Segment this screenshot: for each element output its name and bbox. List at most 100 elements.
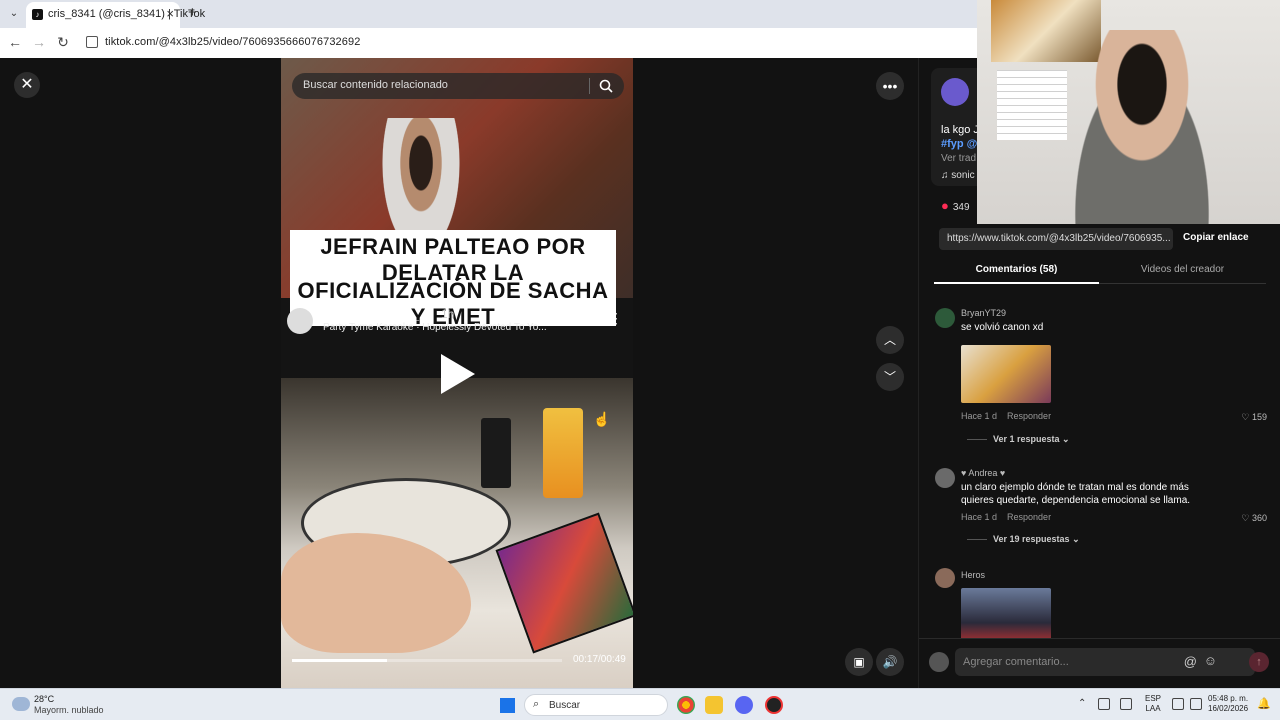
related-search-input[interactable]: Buscar contenido relacionado: [292, 73, 624, 99]
chrome-icon[interactable]: [677, 696, 695, 714]
forward-icon[interactable]: →: [30, 34, 48, 50]
taskbar-search[interactable]: ⌕ Buscar: [524, 694, 668, 716]
comment-item: Heros: [935, 568, 1275, 638]
weather-cloud-icon[interactable]: [12, 697, 30, 711]
comment-time: Hace 1 d: [961, 512, 998, 522]
description-hashtag[interactable]: #fyp @: [941, 138, 977, 150]
network-icon[interactable]: [1172, 698, 1184, 710]
tab-close-icon[interactable]: ×: [166, 6, 174, 21]
comment-avatar[interactable]: [935, 468, 955, 488]
view-replies-button[interactable]: Ver 19 respuestas ⌄: [967, 534, 1080, 545]
site-info-icon[interactable]: [86, 36, 98, 48]
previous-video-icon[interactable]: ︿: [876, 326, 904, 354]
windows-start-icon[interactable]: [500, 698, 515, 713]
webcam-person: [1057, 30, 1227, 224]
music-label: sonic: [951, 170, 975, 181]
video-glass: [481, 418, 511, 488]
search-icon[interactable]: [598, 78, 614, 94]
comment-image[interactable]: [961, 588, 1051, 638]
speaker-icon[interactable]: [1190, 698, 1202, 710]
video-player[interactable]: Buscar contenido relacionado JEFRAIN PAL…: [281, 58, 633, 688]
add-comment-placeholder: Agregar comentario...: [963, 656, 1069, 668]
back-icon[interactable]: ←: [6, 34, 24, 50]
tray-overflow-icon[interactable]: ⌃: [1078, 698, 1086, 709]
play-icon[interactable]: [441, 354, 475, 394]
tab-title: cris_8341 (@cris_8341) | TikTok: [48, 8, 206, 20]
comment-time: Hace 1 d: [961, 411, 998, 421]
comment-username[interactable]: BryanYT29: [961, 308, 1006, 318]
comment-text: se volvió canon xd: [961, 322, 1044, 333]
video-juice: [543, 408, 583, 498]
tab-search-icon[interactable]: ⌄: [6, 6, 22, 22]
floating-player-icon[interactable]: ▣: [845, 648, 873, 676]
comment-meta: Hace 1 d Responder: [961, 411, 1061, 421]
microphone-icon[interactable]: [1120, 698, 1132, 710]
tab-creator-videos[interactable]: Videos del creador: [1099, 264, 1266, 275]
clock-time: 05:48 p. m.: [1208, 694, 1249, 703]
search-divider: [589, 78, 590, 94]
see-translation-link[interactable]: Ver trad: [941, 153, 976, 164]
comment-avatar[interactable]: [935, 568, 955, 588]
next-video-icon[interactable]: ﹀: [876, 363, 904, 391]
like-count[interactable]: ● 349: [941, 198, 970, 213]
add-comment-input[interactable]: Agregar comentario... @ ☺: [955, 648, 1255, 676]
close-icon[interactable]: ✕: [14, 72, 40, 98]
my-avatar: [929, 652, 949, 672]
notification-icon[interactable]: 🔔: [1257, 697, 1271, 710]
comment-likes[interactable]: ♡ 159: [1241, 412, 1267, 423]
heart-icon[interactable]: ●: [941, 198, 949, 213]
comment-text: un claro ejemplo dónde te tratan mal es …: [961, 482, 1191, 506]
comment-likes[interactable]: ♡ 360: [1241, 513, 1267, 524]
reply-button[interactable]: Responder: [1007, 512, 1051, 522]
view-replies-label: Ver 1 respuesta: [993, 434, 1060, 444]
video-progress-fill: [292, 659, 387, 662]
tiktok-favicon-icon: ♪: [32, 9, 43, 20]
panel-tabs: Comentarios (58) Videos del creador: [934, 260, 1266, 284]
taskbar-search-icon: ⌕: [533, 698, 540, 710]
story-time: 1h: [441, 307, 455, 321]
comment-item: BryanYT29 se volvió canon xd Hace 1 d Res…: [935, 308, 1275, 448]
comment-likes-label: 159: [1251, 412, 1267, 422]
emoji-icon[interactable]: ☺: [1204, 653, 1217, 668]
view-replies-label: Ver 19 respuestas: [993, 534, 1070, 544]
story-avatar: [287, 308, 313, 334]
tab-active-indicator: [934, 282, 1099, 284]
reload-icon[interactable]: ↻: [54, 34, 72, 51]
volume-icon[interactable]: 🔊: [876, 648, 904, 676]
video-progress-bar[interactable]: [292, 659, 562, 662]
new-tab-icon[interactable]: +: [188, 4, 197, 21]
share-link[interactable]: https://www.tiktok.com/@4x3lb25/video/76…: [939, 228, 1173, 250]
story-username: sachauzumaki_: [323, 307, 420, 322]
comment-username[interactable]: ♥ Andrea ♥: [961, 468, 1005, 478]
file-explorer-icon[interactable]: [705, 696, 723, 714]
comment-item: ♥ Andrea ♥ un claro ejemplo dónde te tra…: [935, 468, 1275, 558]
view-replies-button[interactable]: Ver 1 respuesta ⌄: [967, 434, 1070, 445]
clock[interactable]: 05:48 p. m. 16/02/2026: [1208, 694, 1248, 714]
comment-image[interactable]: [961, 345, 1051, 403]
creator-avatar[interactable]: [941, 78, 969, 106]
weather-temp[interactable]: 28°C: [34, 694, 54, 704]
input-language[interactable]: ESP LAA: [1145, 694, 1161, 714]
taskbar-search-label: Buscar: [549, 700, 581, 711]
copy-link-button[interactable]: Copiar enlace: [1183, 232, 1249, 243]
obs-icon[interactable]: [765, 696, 783, 714]
send-icon[interactable]: ↑: [1249, 652, 1269, 672]
tab-comments[interactable]: Comentarios (58): [934, 264, 1099, 275]
address-bar[interactable]: tiktok.com/@4x3lb25/video/76069356660767…: [105, 36, 360, 48]
story-more-icon: ⋮: [609, 310, 623, 326]
like-count-label: 349: [952, 202, 970, 213]
discord-icon[interactable]: [735, 696, 753, 714]
music-link[interactable]: ♫ sonic: [941, 170, 975, 181]
weather-desc[interactable]: Mayorm. nublado: [34, 705, 104, 715]
video-time: 00:17/00:49: [573, 654, 626, 665]
browser-tab[interactable]: ♪ cris_8341 (@cris_8341) | TikTok ×: [26, 2, 205, 28]
mention-icon[interactable]: @: [1184, 654, 1197, 669]
lang-line-1: ESP: [1145, 694, 1162, 703]
webcam-overlay: [977, 0, 1280, 224]
tray-app-icon[interactable]: [1098, 698, 1110, 710]
reply-button[interactable]: Responder: [1007, 411, 1051, 421]
comment-username[interactable]: Heros: [961, 570, 985, 580]
comment-likes-label: 360: [1251, 513, 1267, 523]
comment-avatar[interactable]: [935, 308, 955, 328]
more-icon[interactable]: •••: [876, 72, 904, 100]
